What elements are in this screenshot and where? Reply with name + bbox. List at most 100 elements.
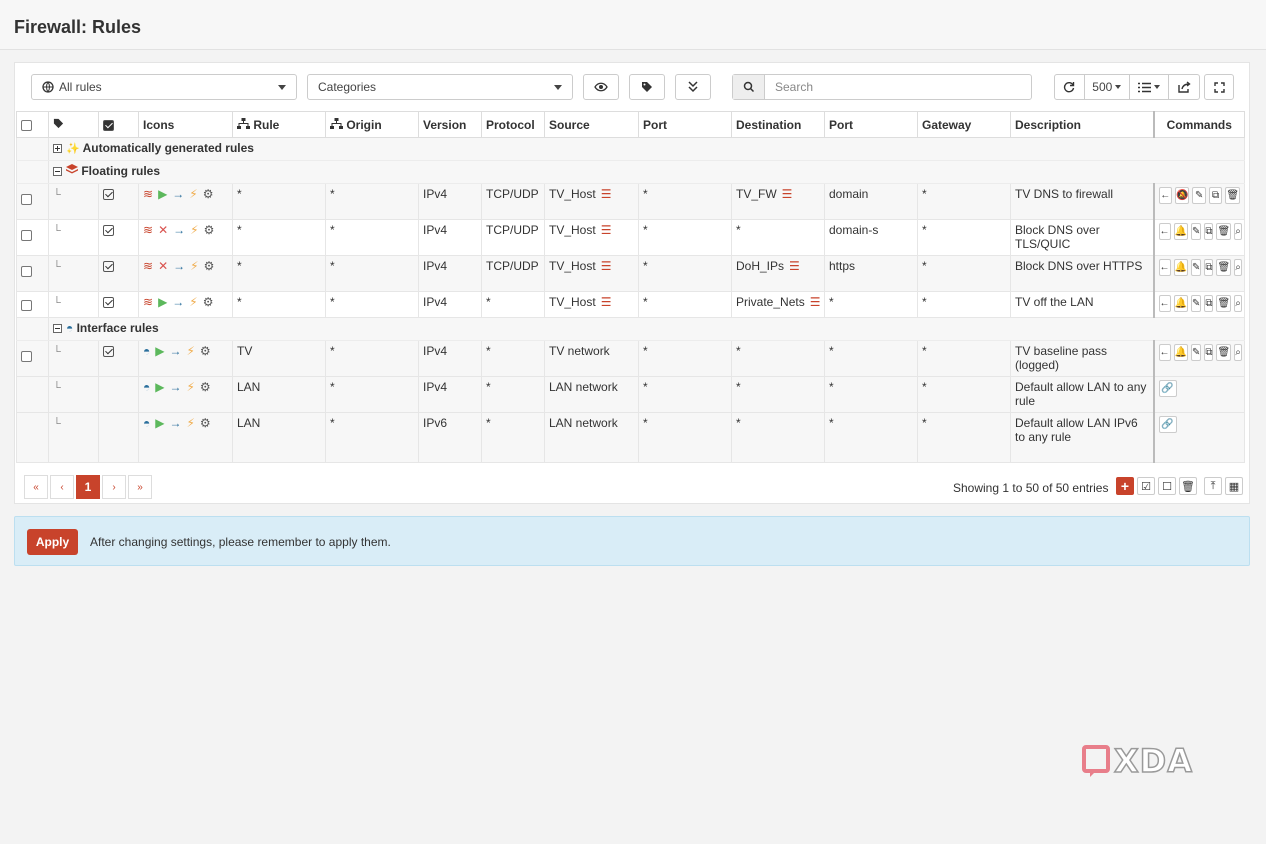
page-size-value: 500	[1092, 80, 1113, 94]
link-button[interactable]: 🔗	[1158, 416, 1177, 433]
alias-list-icon[interactable]: ☰	[601, 295, 612, 309]
chevron-down-icon	[1115, 85, 1122, 89]
clone-button[interactable]: ⧉	[1204, 295, 1214, 312]
edit-button[interactable]: ✎	[1190, 344, 1202, 361]
add-rule-button[interactable]: +	[1116, 477, 1134, 495]
lookup-button[interactable]: ⌕	[1234, 223, 1242, 240]
clone-button[interactable]: ⧉	[1208, 187, 1223, 204]
column-header-source[interactable]: Source	[544, 111, 639, 138]
column-select[interactable]	[1130, 75, 1170, 99]
lookup-button[interactable]: ⌕	[1234, 259, 1242, 276]
alias-list-icon[interactable]: ☰	[782, 187, 793, 201]
current-page-button[interactable]: 1	[76, 475, 100, 499]
move-button[interactable]: ←	[1158, 223, 1171, 240]
lookup-button[interactable]: ⌕	[1234, 344, 1242, 361]
row-checkbox[interactable]	[21, 230, 32, 242]
group-row-floating[interactable]: Floating rules	[16, 160, 1245, 184]
clone-button[interactable]: ⧉	[1204, 344, 1214, 361]
row-checkbox[interactable]	[21, 266, 32, 278]
group-row-auto[interactable]: ✨ Automatically generated rules	[16, 137, 1245, 161]
log-toggle-button[interactable]: 🔔	[1173, 344, 1188, 361]
export-button[interactable]	[1169, 75, 1199, 99]
column-header-protocol[interactable]: Protocol	[481, 111, 545, 138]
log-toggle-button[interactable]: 🔕	[1174, 187, 1190, 204]
delete-button[interactable]: 🗑	[1216, 259, 1232, 276]
toggle-visibility-button[interactable]	[583, 74, 619, 100]
delete-button[interactable]: 🗑	[1216, 344, 1232, 361]
clone-button[interactable]: ⧉	[1204, 223, 1214, 240]
log-toggle-button[interactable]: 🔔	[1173, 295, 1188, 312]
select-all-checkbox[interactable]	[21, 119, 32, 131]
row-checkbox[interactable]	[21, 194, 32, 206]
first-page-button[interactable]: «	[24, 475, 48, 499]
apply-button[interactable]: Apply	[27, 529, 78, 555]
table-row[interactable]: └ ≋ ▶ → ⚡ ⚙ * * IPv4 TCP/UDP TV_Host ☰ * TV_F…	[16, 183, 1245, 220]
next-page-button[interactable]: ›	[102, 475, 126, 499]
clone-button[interactable]: ⧉	[1204, 259, 1214, 276]
enabled-toggle[interactable]	[103, 297, 114, 309]
quick-icon: ⚡	[190, 223, 199, 237]
upload-button[interactable]: ⤒	[1204, 477, 1222, 495]
row-checkbox[interactable]	[21, 300, 32, 312]
edit-button[interactable]: ✎	[1190, 259, 1202, 276]
prev-page-button[interactable]: ‹	[50, 475, 74, 499]
last-page-button[interactable]: »	[128, 475, 152, 499]
table-row[interactable]: └ ◓ ▶ → ⚡ ⚙ TV * IPv4 * TV network * * * * T…	[16, 340, 1245, 377]
enabled-toggle[interactable]	[103, 261, 114, 273]
disable-selected-button[interactable]: ☐	[1158, 477, 1176, 495]
table-row[interactable]: └ ≋ ✕ → ⚡ ⚙ * * IPv4 TCP/UDP TV_Host ☰ * * do…	[16, 219, 1245, 256]
table-row[interactable]: └ ≋ ✕ → ⚡ ⚙ * * IPv4 TCP/UDP TV_Host ☰ * DoH_…	[16, 255, 1245, 292]
enabled-toggle[interactable]	[103, 189, 114, 201]
column-header-destination-port[interactable]: Port	[824, 111, 918, 138]
categories-select[interactable]: Categories	[307, 74, 573, 100]
alias-list-icon[interactable]: ☰	[601, 223, 612, 237]
move-button[interactable]: ←	[1158, 344, 1171, 361]
tree-branch-icon: └	[53, 261, 61, 273]
column-header-destination[interactable]: Destination	[731, 111, 825, 138]
column-header-description[interactable]: Description	[1010, 111, 1154, 138]
column-header-version[interactable]: Version	[418, 111, 482, 138]
enabled-toggle[interactable]	[103, 225, 114, 237]
expand-icon[interactable]	[53, 144, 62, 154]
column-header-icons[interactable]: Icons	[138, 111, 233, 138]
delete-selected-button[interactable]: 🗑	[1179, 477, 1197, 495]
link-button[interactable]: 🔗	[1158, 380, 1177, 397]
enable-selected-button[interactable]: ☑	[1137, 477, 1155, 495]
delete-button[interactable]: 🗑	[1216, 223, 1232, 240]
collapse-icon[interactable]	[53, 167, 62, 177]
collapse-icon[interactable]	[53, 324, 62, 334]
enabled-toggle[interactable]	[103, 346, 114, 358]
edit-button[interactable]: ✎	[1190, 223, 1202, 240]
alias-list-icon[interactable]: ☰	[601, 259, 612, 273]
delete-button[interactable]: 🗑	[1225, 187, 1241, 204]
table-row[interactable]: └ ≋ ▶ → ⚡ ⚙ * * IPv4 * TV_Host ☰ * Private_Ne…	[16, 291, 1245, 318]
move-button[interactable]: ←	[1158, 259, 1171, 276]
column-header-origin[interactable]: Origin	[325, 111, 419, 138]
move-button[interactable]: ←	[1158, 187, 1172, 204]
column-header-gateway[interactable]: Gateway	[917, 111, 1011, 138]
alias-list-icon[interactable]: ☰	[601, 187, 612, 201]
edit-button[interactable]: ✎	[1190, 295, 1202, 312]
search-input[interactable]	[765, 75, 1031, 99]
alias-list-icon[interactable]: ☰	[789, 259, 800, 273]
log-toggle-button[interactable]: 🔔	[1173, 259, 1188, 276]
table-row[interactable]: └ ◓ ▶ → ⚡ ⚙ LAN * IPv6 * LAN network * * * *…	[16, 412, 1245, 463]
edit-button[interactable]: ✎	[1192, 187, 1206, 204]
rule-filter-select[interactable]: All rules	[31, 74, 297, 100]
log-toggle-button[interactable]: 🔔	[1173, 223, 1188, 240]
page-size-select[interactable]: 500	[1085, 75, 1130, 99]
fullscreen-button[interactable]	[1204, 74, 1234, 100]
group-row-interface[interactable]: ◓ Interface rules	[16, 317, 1245, 341]
refresh-button[interactable]	[1055, 75, 1085, 99]
lookup-button[interactable]: ⌕	[1234, 295, 1242, 312]
table-row[interactable]: └ ◓ ▶ → ⚡ ⚙ LAN * IPv4 * LAN network * * * *…	[16, 376, 1245, 413]
table-view-button[interactable]: ▦	[1225, 477, 1243, 495]
column-header-rule[interactable]: Rule	[232, 111, 326, 138]
alias-list-icon[interactable]: ☰	[810, 295, 821, 309]
tag-filter-button[interactable]	[629, 74, 665, 100]
row-checkbox[interactable]	[21, 351, 32, 363]
expand-all-button[interactable]	[675, 74, 711, 100]
column-header-source-port[interactable]: Port	[638, 111, 732, 138]
delete-button[interactable]: 🗑	[1216, 295, 1232, 312]
move-button[interactable]: ←	[1158, 295, 1171, 312]
